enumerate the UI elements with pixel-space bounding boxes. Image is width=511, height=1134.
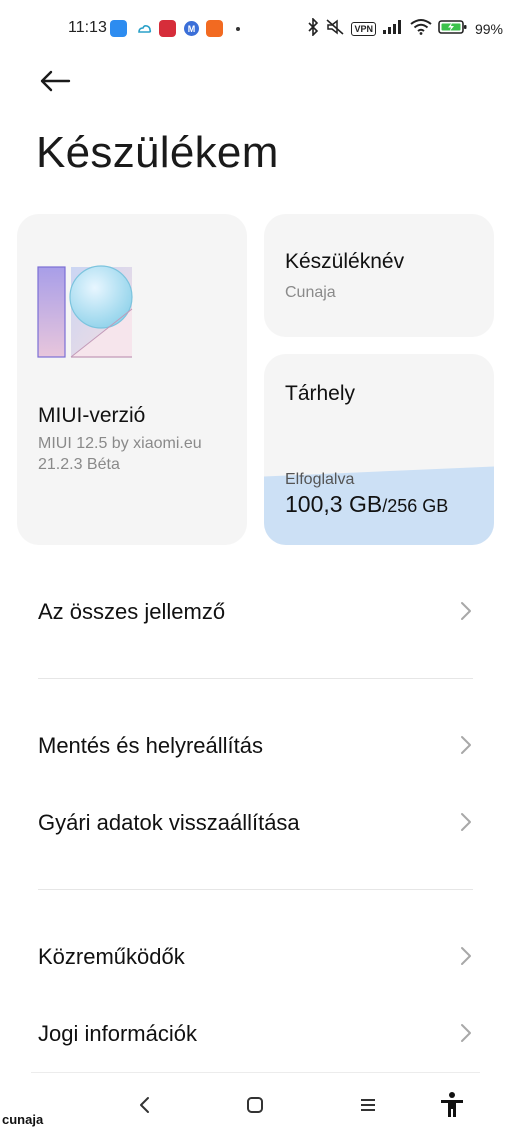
signal-icon: [382, 19, 404, 40]
wifi-icon: [410, 18, 432, 40]
chevron-right-icon: [461, 1024, 471, 1042]
shield-app-icon: [159, 20, 176, 37]
system-icons: VPN 99%: [307, 16, 503, 41]
status-time: 11:13: [68, 19, 107, 36]
menu-item-backup-restore[interactable]: Mentés és helyreállítás: [0, 715, 511, 777]
storage-label: Tárhely: [285, 382, 356, 405]
device-name-label: Készüléknév: [285, 250, 405, 273]
miui-version-line2: 21.2.3 Béta: [38, 456, 120, 473]
storage-used-label: Elfoglalva: [285, 471, 355, 488]
more-notifications-dot: [236, 27, 240, 31]
menu-item-label: Mentés és helyreállítás: [38, 733, 263, 758]
chevron-right-icon: [461, 736, 471, 754]
device-name-card[interactable]: Készüléknév Cunaja: [264, 214, 494, 337]
menu-item-factory-reset[interactable]: Gyári adatok visszaállítása: [0, 792, 511, 854]
page-title: Készülékem: [36, 128, 279, 177]
nav-home-icon: [247, 1097, 263, 1113]
divider: [38, 889, 473, 890]
accessibility-icon: [441, 1092, 463, 1117]
battery-charging-icon: [438, 19, 468, 40]
arrow-left-icon: [40, 70, 71, 92]
nav-recents-icon: [361, 1099, 375, 1111]
miui-version-label: MIUI-verzió: [38, 404, 146, 427]
menu-item-label: Az összes jellemző: [38, 599, 226, 624]
nav-back-icon: [140, 1097, 149, 1113]
nav-back-button[interactable]: [130, 1090, 160, 1120]
vpn-icon: VPN: [351, 22, 376, 36]
menu-item-label: Gyári adatok visszaállítása: [38, 810, 300, 835]
menu-item-contributors[interactable]: Közreműködők: [0, 926, 511, 988]
back-button[interactable]: [34, 62, 76, 100]
menu-item-all-specs[interactable]: Az összes jellemző: [0, 581, 511, 643]
nav-home-button[interactable]: [240, 1090, 270, 1120]
navigation-bar: [0, 1072, 511, 1134]
accessibility-button[interactable]: [437, 1090, 467, 1120]
nav-divider: [31, 1072, 480, 1073]
menu-item-label: Közreműködők: [38, 944, 185, 969]
chevron-right-icon: [461, 813, 471, 831]
divider: [38, 678, 473, 679]
storage-total-value: /256 GB: [382, 496, 449, 516]
battery-percent: 99%: [474, 21, 503, 37]
watermark: cunaja: [2, 1112, 44, 1127]
miui-12-logo-icon: [37, 265, 133, 358]
weather-icon: [136, 20, 153, 37]
m-app-icon: M: [183, 20, 200, 37]
device-name-value: Cunaja: [285, 284, 336, 301]
bluetooth-icon: [307, 16, 319, 41]
storage-amount: 100,3 GB/256 GB: [285, 491, 448, 518]
chevron-right-icon: [461, 602, 471, 620]
miui-version-line1: MIUI 12.5 by xiaomi.eu: [38, 435, 202, 452]
storage-card[interactable]: Tárhely Elfoglalva 100,3 GB/256 GB: [264, 354, 494, 545]
miui-version-card[interactable]: MIUI-verzió MIUI 12.5 by xiaomi.eu 21.2.…: [17, 214, 247, 545]
mute-icon: [325, 18, 345, 41]
cloud-app-icon: [110, 20, 127, 37]
menu-item-legal-info[interactable]: Jogi információk: [0, 1003, 511, 1065]
menu-item-label: Jogi információk: [38, 1021, 197, 1046]
mi-app-icon: [206, 20, 223, 37]
nav-recents-button[interactable]: [353, 1090, 383, 1120]
svg-text:M: M: [188, 24, 196, 34]
status-bar: 11:13 M VPN 99%: [0, 0, 511, 58]
chevron-right-icon: [461, 947, 471, 965]
storage-used-value: 100,3 GB: [285, 491, 383, 517]
